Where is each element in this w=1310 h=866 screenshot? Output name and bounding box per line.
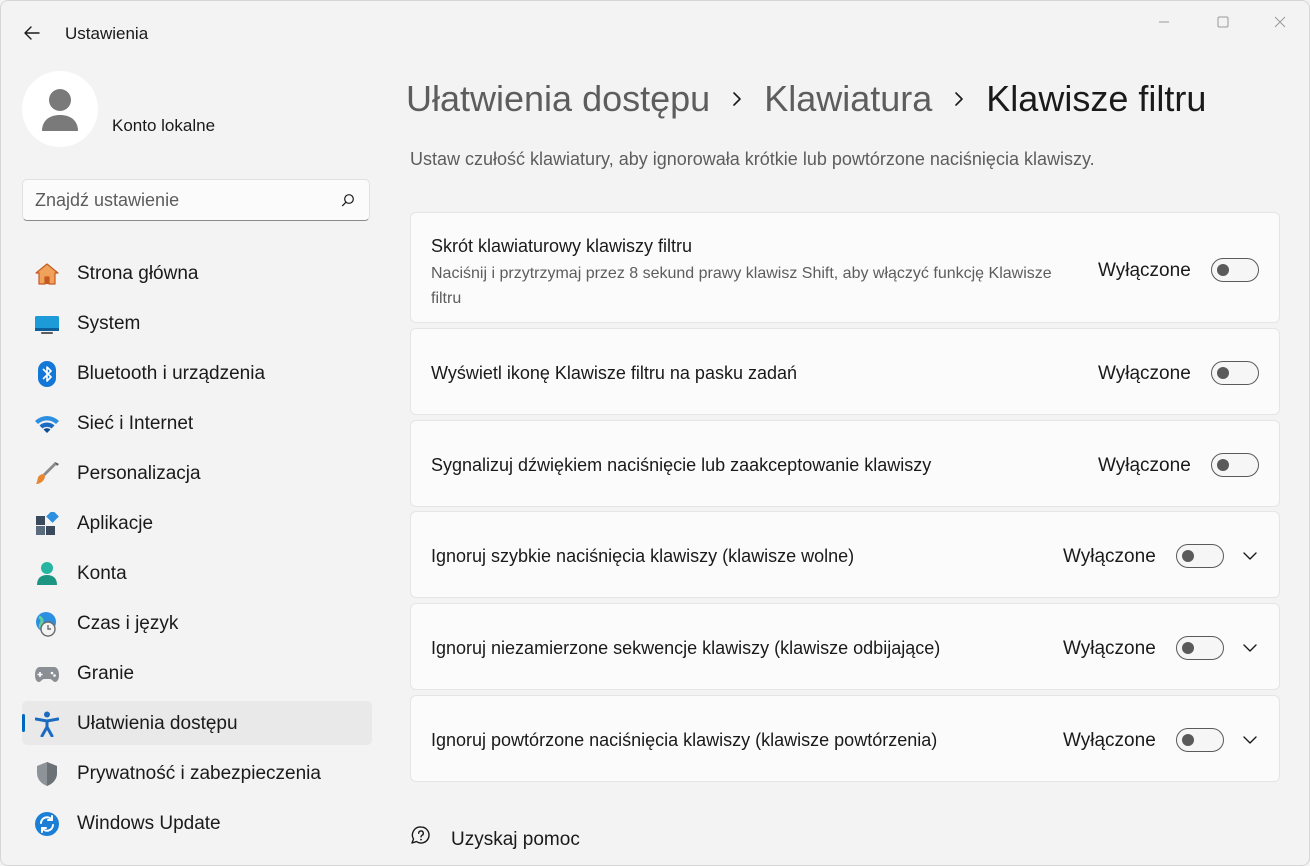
gamepad-icon [34, 661, 60, 687]
toggle-knob [1182, 734, 1194, 746]
update-icon [34, 811, 60, 837]
page-title: Klawisze filtru [986, 78, 1207, 119]
accessibility-icon [34, 711, 60, 737]
sidebar-item-label: Prywatność i zabezpieczenia [77, 763, 321, 784]
help-chat-icon [411, 826, 430, 844]
sidebar-item-home[interactable]: Strona główna [22, 251, 372, 295]
search-box[interactable] [22, 179, 370, 221]
page-description: Ustaw czułość klawiatury, aby ignorowała… [410, 149, 1095, 169]
sidebar-item-network[interactable]: Sieć i Internet [22, 401, 372, 445]
globe-clock-icon [34, 611, 60, 637]
toggle-switch[interactable] [1211, 453, 1259, 477]
sidebar-item-label: Bluetooth i urządzenia [77, 363, 266, 384]
shield-icon [34, 761, 60, 787]
breadcrumb: Ułatwienia dostępu Klawiatura Klawisze f… [406, 75, 1206, 123]
setting-title: Sygnalizuj dźwiękiem naciśnięcie lub zaa… [431, 455, 932, 475]
sidebar-item-accounts[interactable]: Konta [22, 551, 372, 595]
sidebar-nav: Strona główna System Bluetooth i urządze… [22, 251, 372, 851]
search-input[interactable] [35, 180, 335, 220]
wifi-icon [34, 411, 60, 437]
setting-title: Wyświetl ikonę Klawisze filtru na pasku … [431, 363, 798, 383]
sidebar-item-time-language[interactable]: Czas i język [22, 601, 372, 645]
setting-title: Ignoruj szybkie naciśnięcia klawiszy (kl… [431, 546, 855, 566]
toggle-switch[interactable] [1176, 544, 1224, 568]
chevron-down-icon[interactable] [1241, 547, 1259, 565]
sidebar-item-label: Konta [77, 563, 127, 584]
account-name: Konto lokalne [112, 116, 216, 135]
chevron-right-icon [932, 91, 986, 107]
person-icon [42, 89, 78, 131]
toggle-switch[interactable] [1211, 258, 1259, 282]
toggle-state-label: Wyłączone [1098, 260, 1191, 281]
toggle-state-label: Wyłączone [1063, 730, 1156, 751]
avatar [22, 71, 98, 147]
sidebar-item-label: Personalizacja [77, 463, 201, 484]
setting-card-slow-keys[interactable]: Ignoruj szybkie naciśnięcia klawiszy (kl… [410, 511, 1280, 598]
toggle-switch[interactable] [1176, 636, 1224, 660]
toggle-knob [1217, 264, 1229, 276]
title-bar: Ustawienia [1, 1, 1309, 63]
brush-icon [34, 461, 60, 487]
setting-card-filter-keys-shortcut: Skrót klawiaturowy klawiszy filtru Naciś… [410, 212, 1280, 323]
app-title: Ustawienia [65, 24, 149, 43]
toggle-knob [1182, 550, 1194, 562]
chevron-down-icon[interactable] [1241, 731, 1259, 749]
bluetooth-icon [34, 361, 60, 387]
sidebar-item-label: Sieć i Internet [77, 413, 194, 434]
toggle-knob [1217, 459, 1229, 471]
toggle-state-label: Wyłączone [1063, 638, 1156, 659]
settings-window: Ustawienia Konto lokalne Znajdź ustawien… [0, 0, 1310, 866]
maximize-button[interactable] [1200, 7, 1246, 37]
sidebar-item-label: Granie [77, 663, 135, 684]
sidebar-item-label: System [77, 313, 141, 334]
close-button[interactable] [1257, 7, 1303, 37]
sidebar-item-windows-update[interactable]: Windows Update [22, 801, 372, 845]
toggle-state-label: Wyłączone [1098, 455, 1191, 476]
sidebar-item-apps[interactable]: Aplikacje [22, 501, 372, 545]
setting-card-sound-signal: Sygnalizuj dźwiękiem naciśnięcie lub zaa… [410, 420, 1280, 507]
back-arrow-icon [24, 26, 40, 40]
toggle-knob [1217, 367, 1229, 379]
setting-title: Skrót klawiaturowy klawiszy filtru [431, 236, 693, 256]
sidebar-item-label: Czas i język [77, 613, 179, 634]
sidebar-item-label: Aplikacje [77, 513, 154, 534]
setting-card-repeat-keys[interactable]: Ignoruj powtórzone naciśnięcia klawiszy … [410, 695, 1280, 782]
back-button[interactable] [17, 19, 47, 47]
get-help-link[interactable]: Uzyskaj pomoc [410, 825, 580, 850]
sidebar-item-label: Ułatwienia dostępu [77, 713, 238, 734]
sidebar-item-accessibility[interactable]: Ułatwienia dostępu [22, 701, 372, 745]
sidebar-item-privacy[interactable]: Prywatność i zabezpieczenia [22, 751, 372, 795]
breadcrumb-item-accessibility[interactable]: Ułatwienia dostępu [406, 78, 710, 120]
sidebar-item-gaming[interactable]: Granie [22, 651, 372, 695]
chevron-right-icon [710, 91, 764, 107]
sidebar-item-system[interactable]: System [22, 301, 372, 345]
setting-subtitle: Naciśnij i przytrzymaj przez 8 sekund pr… [431, 265, 1052, 307]
toggle-knob [1182, 642, 1194, 654]
minimize-icon [1159, 21, 1169, 23]
breadcrumb-item-keyboard[interactable]: Klawiatura [764, 78, 932, 120]
get-help-label: Uzyskaj pomoc [451, 829, 580, 850]
setting-title: Ignoruj powtórzone naciśnięcia klawiszy … [431, 730, 938, 750]
sidebar-item-label: Strona główna [77, 263, 199, 284]
chevron-down-icon[interactable] [1241, 639, 1259, 657]
setting-title: Ignoruj niezamierzone sekwencje klawiszy… [431, 638, 941, 658]
toggle-state-label: Wyłączone [1098, 363, 1191, 384]
toggle-switch[interactable] [1211, 361, 1259, 385]
toggle-state-label: Wyłączone [1063, 546, 1156, 567]
sidebar-item-personalization[interactable]: Personalizacja [22, 451, 372, 495]
minimize-button[interactable] [1141, 7, 1187, 37]
account-icon [34, 561, 60, 587]
setting-card-taskbar-icon: Wyświetl ikonę Klawisze filtru na pasku … [410, 328, 1280, 415]
maximize-icon [1217, 16, 1229, 28]
apps-icon [34, 511, 60, 537]
close-icon [1274, 16, 1286, 28]
toggle-switch[interactable] [1176, 728, 1224, 752]
system-icon [34, 311, 60, 337]
sidebar-item-bluetooth[interactable]: Bluetooth i urządzenia [22, 351, 372, 395]
sidebar-item-label: Windows Update [77, 813, 221, 834]
search-icon[interactable] [341, 193, 355, 207]
home-icon [34, 261, 60, 287]
setting-card-bounce-keys[interactable]: Ignoruj niezamierzone sekwencje klawiszy… [410, 603, 1280, 690]
